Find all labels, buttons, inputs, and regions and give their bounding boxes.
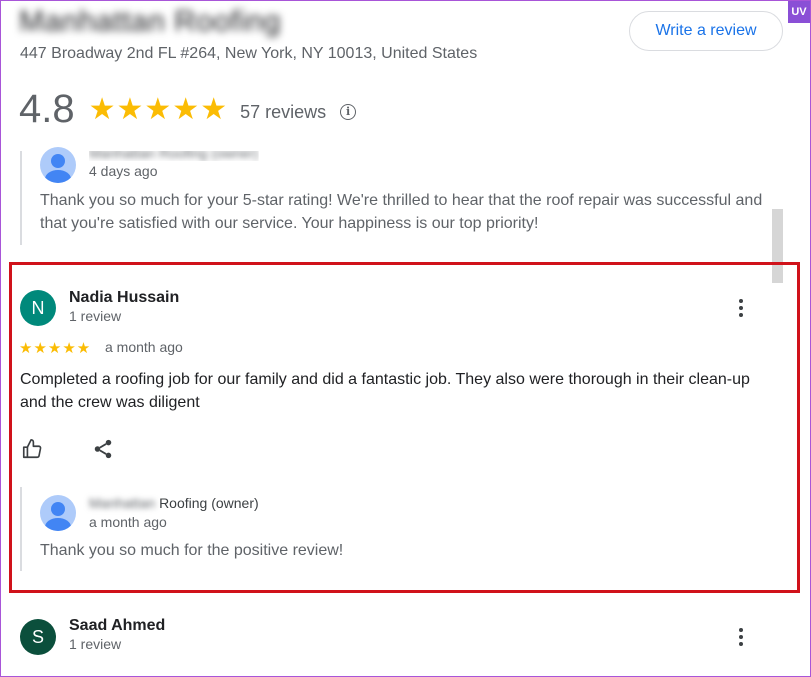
next-more-options-icon[interactable] xyxy=(738,628,744,646)
owner-reply-text: Thank you so much for the positive revie… xyxy=(40,542,344,559)
business-address: 447 Broadway 2nd FL #264, New York, NY 1… xyxy=(20,45,478,62)
reviewer-review-count: 1 review xyxy=(69,308,122,324)
reviewer-avatar[interactable]: N xyxy=(20,290,56,326)
review-stars: ★★★★★ xyxy=(19,340,92,357)
prev-reply-time: 4 days ago xyxy=(89,163,158,179)
prev-reply-line1: Thank you so much for your 5-star rating… xyxy=(40,192,763,209)
prev-owner-name: Manhattan Roofing (owner) xyxy=(89,145,259,161)
prev-reply-line2: that you're satisfied with our service. … xyxy=(40,215,539,232)
prev-reply-text: Thank you so much for your 5-star rating… xyxy=(40,189,770,235)
business-name: Manhattan Roofing xyxy=(19,5,282,38)
write-review-button[interactable]: Write a review xyxy=(629,11,783,51)
next-reviewer-avatar[interactable]: S xyxy=(20,619,56,655)
review-text-line1: Completed a roofing job for our family a… xyxy=(20,371,750,388)
prev-reply-border xyxy=(20,151,22,245)
owner-avatar xyxy=(40,147,76,183)
review-count[interactable]: 57 reviews xyxy=(240,96,326,123)
info-icon[interactable]: i xyxy=(340,103,357,120)
next-reviewer-name[interactable]: Saad Ahmed xyxy=(69,617,165,635)
uv-badge: UV xyxy=(788,1,810,23)
rating-summary: 4.8 ★★★★★ 57 reviews i xyxy=(19,87,357,132)
review-text: Completed a roofing job for our family a… xyxy=(20,368,760,414)
rating-stars: ★★★★★ xyxy=(88,93,229,126)
owner-reply-name: Manhattan Roofing (owner) xyxy=(89,495,259,511)
reviewer-name[interactable]: Nadia Hussain xyxy=(69,289,179,307)
more-options-icon[interactable] xyxy=(738,299,744,317)
owner-reply-name-blurred: Manhattan xyxy=(89,495,156,511)
owner-reply-name-suffix: Roofing (owner) xyxy=(159,495,259,511)
reply-border xyxy=(20,487,22,571)
rating-value: 4.8 xyxy=(19,87,75,131)
next-reviewer-review-count: 1 review xyxy=(69,636,122,652)
thumbs-up-icon[interactable] xyxy=(21,438,43,465)
owner-reply-avatar xyxy=(40,495,76,531)
review-text-line2: and the crew was diligent xyxy=(20,394,200,411)
review-time: a month ago xyxy=(105,339,183,355)
owner-reply-time: a month ago xyxy=(89,514,167,530)
share-icon[interactable] xyxy=(92,438,114,465)
